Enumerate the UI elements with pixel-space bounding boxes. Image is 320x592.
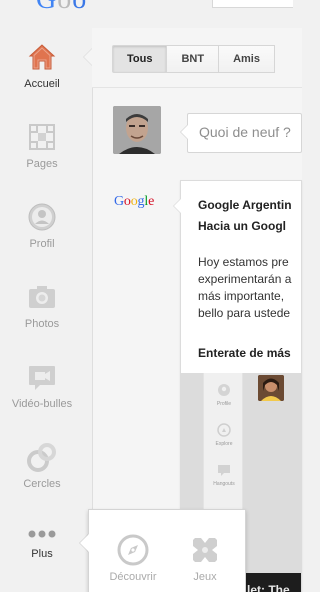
post-body-line: Hoy estamos pre — [198, 255, 289, 269]
search-input[interactable] — [212, 0, 293, 8]
embed-profile-icon — [218, 384, 230, 396]
circles-icon — [27, 443, 56, 472]
games-icon — [193, 538, 217, 562]
home-icon — [28, 44, 56, 70]
nav-label-home: Accueil — [24, 78, 60, 90]
left-nav-rail: Accueil Pages Profil Photos Vidéo-bulles… — [0, 14, 84, 592]
embed-label-hangouts: Hangouts — [213, 481, 235, 487]
post-pointer — [174, 199, 181, 213]
tab-all[interactable]: Tous — [112, 45, 168, 73]
google-plus-logo[interactable]: Goo — [36, 0, 87, 14]
share-input[interactable]: Quoi de neuf ? — [187, 113, 302, 153]
embed-avatar-photo-icon — [258, 375, 284, 401]
avatar-photo-icon — [113, 106, 161, 154]
post-read-more-link[interactable]: Enterate de más — [198, 346, 291, 360]
nav-label-pages: Pages — [26, 158, 58, 170]
nav-item-photos[interactable]: Photos — [0, 282, 84, 348]
more-menu-pointer — [80, 534, 89, 552]
nav-item-circles[interactable]: Cercles — [0, 442, 84, 508]
current-user-avatar[interactable] — [113, 106, 161, 154]
nav-item-hangouts[interactable]: Vidéo-bulles — [0, 362, 84, 428]
post-body: Hoy estamos pre experimentarán a más imp… — [198, 254, 291, 322]
embed-label-explore: Explore — [215, 441, 233, 447]
nav-label-circles: Cercles — [23, 478, 61, 490]
embed-user-avatar — [258, 375, 284, 401]
post-body-line: bello para ustede — [198, 306, 291, 320]
more-item-discover-label: Découvrir — [109, 571, 157, 583]
stream-filter-bar: Tous BNT Amis — [92, 28, 302, 88]
post-body-line: más importante, — [198, 289, 285, 303]
embed-caption: let: The — [247, 583, 290, 592]
nav-item-more[interactable]: Plus — [0, 526, 84, 592]
more-item-games[interactable]: Jeux — [175, 534, 235, 583]
share-box-pointer — [181, 125, 188, 139]
more-menu-flyout: Découvrir Jeux — [88, 509, 246, 592]
post-author-name[interactable]: Google Argentin — [198, 198, 292, 212]
embed-hangouts-icon — [218, 465, 230, 476]
more-icon — [28, 530, 56, 538]
post-body-line: experimentarán a — [198, 272, 292, 286]
nav-label-hangouts: Vidéo-bulles — [11, 398, 73, 410]
nav-label-photos: Photos — [24, 318, 60, 330]
hangouts-icon — [29, 366, 55, 390]
photos-icon — [29, 286, 55, 308]
more-item-discover[interactable]: Découvrir — [103, 534, 163, 583]
nav-label-more: Plus — [31, 548, 53, 560]
profile-icon — [28, 203, 56, 231]
nav-item-home[interactable]: Accueil — [0, 42, 84, 108]
compass-icon — [117, 534, 149, 566]
embed-label-profile: Profile — [216, 401, 232, 407]
embed-explore-icon — [217, 423, 231, 437]
nav-label-profile: Profil — [29, 238, 55, 250]
stream-tabs: Tous BNT Amis — [112, 45, 275, 73]
top-bar: Goo — [0, 0, 293, 14]
more-item-games-label: Jeux — [193, 571, 217, 583]
pages-icon — [29, 124, 55, 150]
post-author-logo[interactable]: Google — [114, 194, 154, 210]
post-headline: Hacia un Googl — [198, 219, 287, 233]
nav-item-pages[interactable]: Pages — [0, 122, 84, 188]
tab-friends[interactable]: Amis — [218, 45, 275, 73]
nav-item-profile[interactable]: Profil — [0, 202, 84, 268]
tab-bnt[interactable]: BNT — [166, 45, 220, 73]
